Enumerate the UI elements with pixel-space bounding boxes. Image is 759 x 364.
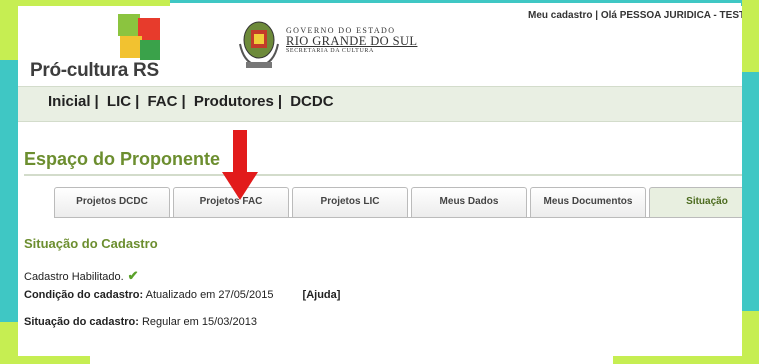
gov-line-3: SECRETARIA DA CULTURA [286, 48, 374, 54]
page-title: Espaço do Proponente [24, 149, 221, 169]
condition-label: Condição do cadastro: [24, 289, 144, 301]
situation-value: Regular em 15/03/2013 [141, 316, 257, 328]
tab-situacao[interactable]: Situação [649, 187, 742, 217]
nav-separator: | [181, 93, 186, 110]
nav-item-dcdc[interactable]: DCDC [290, 93, 333, 110]
nav-separator: | [135, 93, 140, 110]
tab-projetos-lic[interactable]: Projetos LIC [292, 187, 408, 217]
check-icon: ✔ [127, 268, 139, 283]
user-topbar[interactable]: Meu cadastro | Olá PESSOA JURIDICA - TES… [528, 10, 742, 21]
tab-meus-documentos[interactable]: Meus Documentos [530, 187, 646, 217]
situation-row: Situação do cadastro: Regular em 15/03/2… [24, 316, 257, 328]
nav-separator: | [94, 93, 99, 110]
state-crest-icon [239, 21, 279, 68]
condition-row: Condição do cadastro: Atualizado em 27/0… [24, 289, 340, 301]
situation-label: Situação do cadastro: [24, 316, 139, 328]
nav-item-produtores[interactable]: Produtores [194, 93, 274, 110]
tab-meus-dados[interactable]: Meus Dados [411, 187, 527, 217]
frame-corner-top-right [742, 0, 759, 72]
nav-item-fac[interactable]: FAC [147, 93, 177, 110]
tabs-baseline [54, 217, 742, 218]
status-enabled-text: Cadastro Habilitado. [24, 271, 124, 283]
condition-value: Atualizado em 27/05/2015 [145, 289, 274, 301]
title-divider [24, 174, 742, 176]
status-enabled-row: Cadastro Habilitado. ✔ [24, 268, 139, 284]
red-arrow-icon [222, 130, 258, 200]
main-nav: Inicial | LIC | FAC | Produtores | DCDC [18, 86, 742, 122]
government-label: GOVERNO DO ESTADO RIO GRANDE DO SUL SECR… [286, 26, 417, 54]
nav-separator: | [277, 93, 283, 110]
tab-projetos-dcdc[interactable]: Projetos DCDC [54, 187, 170, 217]
logo-text: Pró-cultura RS [30, 60, 159, 81]
nav-item-inicial[interactable]: Inicial [48, 93, 91, 110]
frame-border-top [150, 0, 759, 3]
nav-item-lic[interactable]: LIC [107, 93, 131, 110]
page: Pró-cultura RS GOVERNO DO ESTADO RIO GRA… [18, 6, 742, 356]
gov-line-2: RIO GRANDE DO SUL [286, 34, 418, 48]
section-title: Situação do Cadastro [24, 236, 158, 251]
help-link[interactable]: [Ajuda] [303, 289, 341, 301]
header: Pró-cultura RS GOVERNO DO ESTADO RIO GRA… [18, 6, 742, 86]
